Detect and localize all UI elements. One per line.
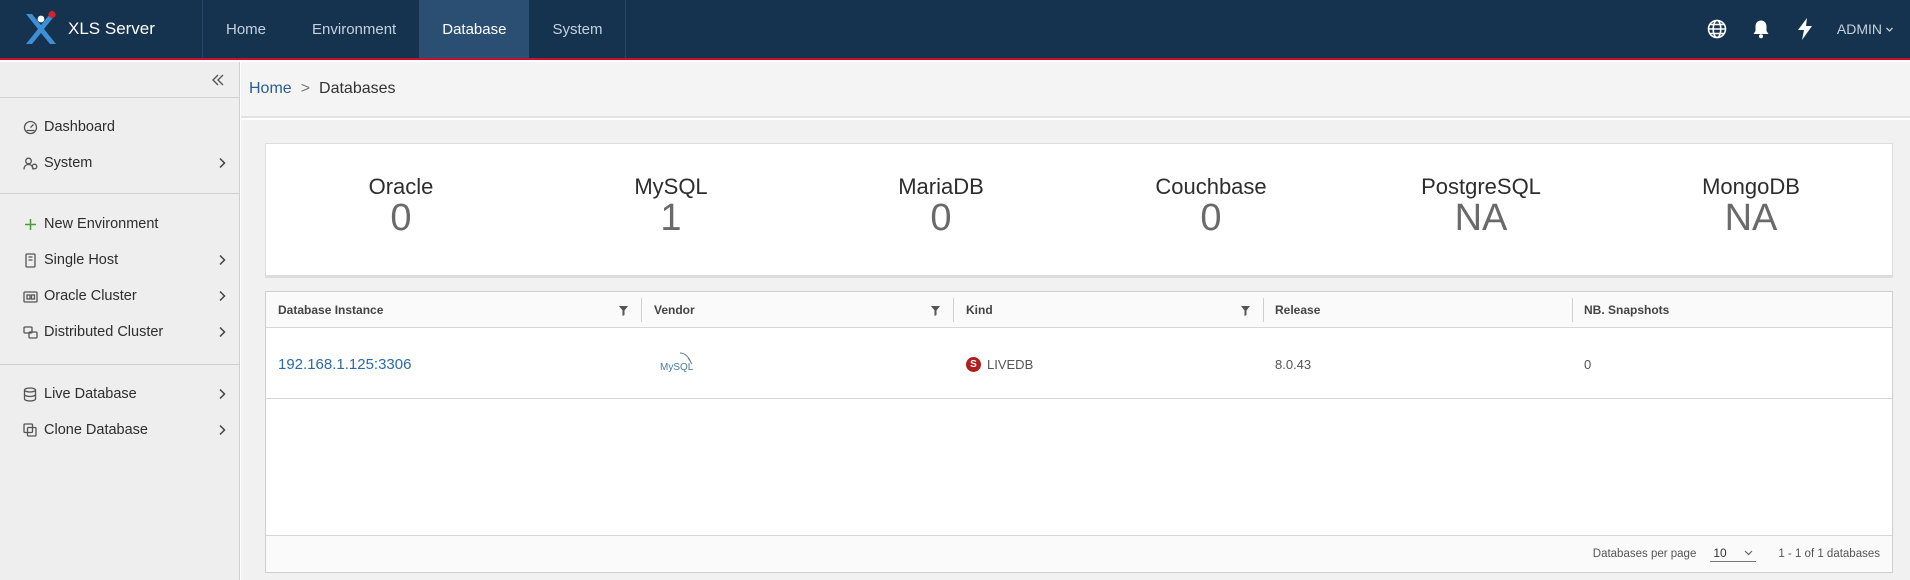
chevron-right-icon: [218, 386, 230, 402]
app-title: XLS Server: [68, 19, 155, 38]
breadcrumb-separator: >: [300, 80, 311, 97]
chevron-right-icon: [218, 252, 230, 268]
cluster-icon: [22, 288, 38, 304]
table-footer: Databases per page 10 1 - 1 of 1 databas…: [266, 535, 1892, 572]
sidebar-item-label: Live Database: [44, 386, 137, 402]
kind-cell: S LIVEDB: [954, 329, 1263, 399]
column-header-kind[interactable]: Kind: [954, 292, 1263, 328]
sidebar-item-single-host[interactable]: Single Host: [22, 247, 230, 273]
per-page-label: Databases per page: [1592, 548, 1697, 560]
breadcrumb-home-link[interactable]: Home: [249, 80, 292, 98]
mysql-logo-icon: MySQL: [658, 349, 698, 379]
sidebar-item-system[interactable]: System: [22, 150, 230, 176]
sidebar-item-oracle-cluster[interactable]: Oracle Cluster: [22, 283, 230, 309]
header-actions: ADMIN: [1695, 0, 1910, 58]
sidebar: Dashboard System New Environment Single …: [0, 62, 240, 580]
stat-couchbase: Couchbase 0: [1076, 174, 1346, 238]
brand[interactable]: XLS Server: [0, 0, 203, 58]
release-cell: 8.0.43: [1275, 356, 1312, 372]
collapse-sidebar-icon[interactable]: [207, 69, 229, 91]
column-header-snapshots[interactable]: NB. Snapshots: [1572, 292, 1892, 328]
stat-value: NA: [1724, 197, 1778, 239]
stat-postgresql: PostgreSQL NA: [1346, 174, 1616, 238]
sidebar-item-label: New Environment: [44, 216, 159, 232]
column-header-label: Kind: [966, 303, 993, 317]
filter-icon[interactable]: [1241, 305, 1251, 316]
breadcrumb: Home > Databases: [241, 62, 1910, 118]
sidebar-item-label: Oracle Cluster: [44, 288, 137, 304]
host-icon: [22, 252, 38, 268]
pagination-range: 1 - 1 of 1 databases: [1778, 548, 1880, 560]
column-header-label: Database Instance: [278, 303, 384, 317]
chevron-right-icon: [218, 288, 230, 304]
sidebar-item-clone-database[interactable]: Clone Database: [22, 417, 230, 443]
filter-icon[interactable]: [931, 305, 941, 316]
per-page-select[interactable]: 10: [1710, 546, 1757, 562]
tab-home[interactable]: Home: [203, 0, 289, 58]
databases-table: Database Instance Vendor Kind Release NB…: [265, 291, 1893, 573]
vendor-cell: MySQL: [642, 329, 953, 399]
user-menu[interactable]: ADMIN: [1827, 21, 1894, 37]
tab-environment[interactable]: Environment: [289, 0, 419, 58]
stat-value: 0: [930, 197, 952, 239]
database-counts-card: Oracle 0 MySQL 1 MariaDB 0 Couchbase 0 P…: [265, 143, 1893, 278]
tab-system[interactable]: System: [529, 0, 625, 58]
sidebar-item-live-database[interactable]: Live Database: [22, 381, 230, 407]
column-header-label: Release: [1275, 303, 1321, 317]
main-nav: Home Environment Database System: [203, 0, 627, 58]
stat-mariadb: MariaDB 0: [806, 174, 1076, 238]
sidebar-item-label: System: [44, 155, 93, 171]
divider: [0, 97, 240, 98]
sidebar-item-label: Dashboard: [44, 119, 115, 135]
stat-value: 1: [660, 197, 682, 239]
snapshots-cell: 0: [1584, 356, 1592, 372]
database-icon: [22, 386, 38, 402]
clone-icon: [22, 422, 38, 438]
stat-value: 0: [390, 197, 412, 239]
stat-value: NA: [1454, 197, 1508, 239]
column-header-vendor[interactable]: Vendor: [642, 292, 953, 328]
stat-oracle: Oracle 0: [266, 174, 536, 238]
stat-value: 0: [1200, 197, 1222, 239]
xls-logo-icon: [22, 10, 60, 48]
filter-icon[interactable]: [619, 305, 629, 316]
dashboard-icon: [22, 119, 38, 135]
stat-mysql: MySQL 1: [536, 174, 806, 238]
bell-icon[interactable]: [1739, 0, 1783, 58]
sidebar-item-label: Single Host: [44, 252, 119, 268]
sidebar-item-label: Clone Database: [44, 422, 148, 438]
stat-mongodb: MongoDB NA: [1616, 174, 1886, 238]
column-header-release[interactable]: Release: [1263, 292, 1572, 328]
sidebar-item-label: Distributed Cluster: [44, 324, 164, 340]
chevron-right-icon: [218, 422, 230, 438]
system-users-icon: [22, 155, 38, 171]
instance-link[interactable]: 192.168.1.125:3306: [266, 329, 641, 399]
per-page-value: 10: [1713, 546, 1727, 560]
vendor-logo-text: MySQL: [660, 362, 694, 373]
user-name: ADMIN: [1836, 21, 1882, 37]
breadcrumb-current: Databases: [319, 80, 396, 97]
table-row[interactable]: 192.168.1.125:3306 MySQL S LIVEDB 8.0.43…: [266, 329, 1892, 399]
column-header-label: Vendor: [654, 303, 695, 317]
distributed-cluster-icon: [22, 324, 38, 340]
sidebar-item-new-environment[interactable]: New Environment: [22, 211, 230, 237]
globe-icon[interactable]: [1695, 0, 1739, 58]
plus-icon: [22, 216, 38, 232]
divider: [0, 193, 240, 194]
column-header-instance[interactable]: Database Instance: [266, 292, 641, 328]
chevron-down-icon: [1744, 546, 1753, 560]
chevron-down-icon: [1885, 21, 1894, 37]
column-header-label: NB. Snapshots: [1584, 303, 1670, 317]
sidebar-item-distributed-cluster[interactable]: Distributed Cluster: [22, 319, 230, 345]
divider: [0, 364, 240, 365]
chevron-right-icon: [218, 324, 230, 340]
chevron-right-icon: [218, 155, 230, 171]
tab-database[interactable]: Database: [419, 0, 530, 58]
sidebar-item-dashboard[interactable]: Dashboard: [22, 114, 230, 140]
top-header: XLS Server Home Environment Database Sys…: [0, 0, 1910, 60]
kind-badge: S: [966, 356, 981, 372]
kind-value: LIVEDB: [987, 356, 1034, 372]
lightning-icon[interactable]: [1783, 0, 1827, 58]
table-header: Database Instance Vendor Kind Release NB…: [266, 292, 1892, 328]
